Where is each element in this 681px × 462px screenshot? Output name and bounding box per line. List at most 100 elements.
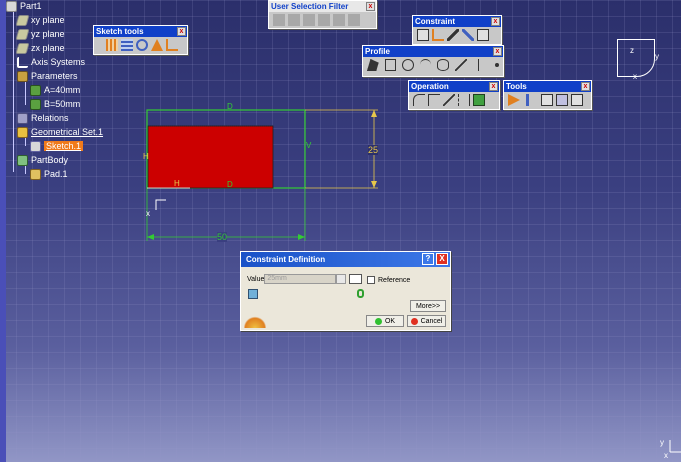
cancel-icon bbox=[410, 317, 418, 325]
toolbar-title-label: Profile bbox=[365, 47, 390, 56]
toolbar-title-label: Tools bbox=[506, 82, 527, 91]
toolbar-title-label: User Selection Filter bbox=[271, 2, 349, 11]
dim-arrow bbox=[298, 234, 305, 240]
constraint-label-v-right: V bbox=[306, 141, 312, 150]
contact-constraint-icon[interactable] bbox=[447, 29, 459, 41]
spline-icon[interactable] bbox=[419, 59, 432, 71]
close-icon[interactable]: x bbox=[491, 17, 500, 26]
value-row: Value 25mm bbox=[247, 274, 363, 284]
constraint-label-h-bottom: H bbox=[174, 179, 180, 188]
filter-curve-icon[interactable] bbox=[288, 14, 300, 26]
close-button[interactable]: X bbox=[436, 253, 448, 265]
mirror-icon[interactable] bbox=[458, 94, 470, 106]
toolbar-title: Tools x bbox=[504, 81, 591, 92]
construction-element-icon[interactable] bbox=[136, 39, 148, 51]
close-icon[interactable]: x bbox=[177, 27, 186, 36]
more-button-label: More>> bbox=[415, 302, 441, 310]
filter-point-icon[interactable] bbox=[273, 14, 285, 26]
value-label: Value bbox=[247, 275, 265, 283]
line-icon[interactable] bbox=[455, 59, 467, 71]
project-3d-icon[interactable] bbox=[473, 94, 485, 106]
corner-axis-y-label: y bbox=[660, 438, 664, 447]
compass-z-label: z bbox=[630, 46, 634, 55]
sketch-analysis-icon[interactable] bbox=[541, 94, 553, 106]
ok-button[interactable]: OK bbox=[366, 315, 404, 327]
compass-x-label: x bbox=[633, 72, 637, 81]
constraint-icon[interactable] bbox=[432, 29, 444, 41]
cancel-button[interactable]: Cancel bbox=[407, 315, 446, 327]
operation-toolbar[interactable]: Operation x bbox=[408, 80, 500, 110]
filter-volume-icon[interactable] bbox=[318, 14, 330, 26]
point-icon[interactable] bbox=[495, 63, 500, 67]
profile-icon[interactable] bbox=[367, 59, 379, 71]
chamfer-icon[interactable] bbox=[428, 94, 440, 106]
toolbar-title-label: Constraint bbox=[415, 17, 455, 26]
corner-icon[interactable] bbox=[413, 94, 425, 106]
grid-icon[interactable] bbox=[106, 39, 118, 51]
constraints-dialog-icon[interactable] bbox=[417, 29, 429, 41]
help-button[interactable]: ? bbox=[422, 253, 434, 265]
toolbar-title: Sketch tools x bbox=[94, 26, 187, 37]
constraint-toolbar[interactable]: Constraint x bbox=[412, 15, 502, 45]
toolbar-title: Operation x bbox=[409, 81, 499, 92]
close-icon[interactable]: x bbox=[366, 2, 375, 11]
compass-y-label: y bbox=[655, 52, 659, 61]
spinner-icon[interactable] bbox=[336, 274, 347, 284]
close-icon[interactable]: x bbox=[581, 82, 590, 91]
dialog-titlebar: Constraint Definition ? X bbox=[241, 252, 450, 267]
constraint-label-top: D bbox=[227, 102, 233, 111]
more-button[interactable]: More>> bbox=[410, 300, 446, 312]
reference-checkbox[interactable] bbox=[367, 276, 375, 284]
reference-label: Reference bbox=[378, 276, 411, 284]
constraint-definition-dialog[interactable]: Constraint Definition ? X Value 25mm Ref… bbox=[240, 251, 451, 331]
close-icon[interactable]: x bbox=[489, 82, 498, 91]
sketch-tools-toolbar[interactable]: Sketch tools x bbox=[93, 25, 188, 55]
tools-toolbar[interactable]: Tools x bbox=[503, 80, 592, 110]
formula-icon[interactable] bbox=[349, 274, 363, 284]
origin-label: x bbox=[146, 209, 150, 218]
trim-icon[interactable] bbox=[443, 94, 455, 106]
close-icon[interactable]: x bbox=[493, 47, 502, 56]
ok-icon bbox=[374, 317, 382, 325]
ellipse-icon[interactable] bbox=[437, 59, 450, 71]
value-field[interactable]: 25mm bbox=[264, 274, 337, 284]
user-selection-filter-toolbar[interactable]: User Selection Filter x bbox=[268, 0, 377, 29]
constraint-label-bottom: D bbox=[227, 180, 233, 189]
constraint-label-h-left: H bbox=[143, 152, 149, 161]
red-profile-rectangle[interactable] bbox=[147, 125, 274, 189]
auto-constraint-icon[interactable] bbox=[477, 29, 489, 41]
geometric-constraints-icon[interactable] bbox=[151, 39, 163, 51]
filter-feature-icon[interactable] bbox=[333, 14, 345, 26]
dialog-title: Constraint Definition bbox=[246, 255, 326, 264]
rectangle-icon[interactable] bbox=[384, 59, 397, 71]
profile-toolbar[interactable]: Profile x bbox=[362, 45, 504, 77]
cancel-button-label: Cancel bbox=[420, 317, 443, 325]
axis-icon[interactable] bbox=[477, 59, 490, 71]
dim-arrow bbox=[371, 110, 377, 117]
solving-status-icon[interactable] bbox=[556, 94, 568, 106]
output-feature-icon[interactable] bbox=[526, 94, 538, 106]
origin-axis-marker bbox=[155, 199, 166, 210]
snap-to-point-icon[interactable] bbox=[121, 39, 133, 51]
dimensional-constraints-icon[interactable] bbox=[166, 39, 178, 51]
toolbar-title: User Selection Filter x bbox=[269, 1, 376, 12]
corner-axis-x-label: x bbox=[664, 451, 668, 460]
height-dim-value[interactable]: 25 bbox=[368, 145, 379, 155]
circle-icon[interactable] bbox=[402, 59, 414, 71]
toolbar-title-label: Sketch tools bbox=[96, 27, 144, 36]
profile-feature-icon[interactable] bbox=[571, 94, 583, 106]
lock-icon bbox=[357, 289, 364, 298]
dialog-logo bbox=[244, 316, 266, 328]
fix-together-icon[interactable] bbox=[462, 29, 474, 41]
dim-arrow bbox=[147, 234, 154, 240]
ok-button-label: OK bbox=[384, 317, 396, 325]
dim-arrow bbox=[371, 181, 377, 188]
toolbar-title-label: Operation bbox=[411, 82, 449, 91]
width-dim-value[interactable]: 50 bbox=[217, 232, 228, 242]
filter-geometry-icon[interactable] bbox=[348, 14, 360, 26]
filter-surface-icon[interactable] bbox=[303, 14, 315, 26]
cut-part-icon[interactable] bbox=[508, 94, 520, 106]
toolbar-title: Constraint x bbox=[413, 16, 501, 27]
reference-row: Reference bbox=[367, 276, 410, 284]
constraint-type-icon bbox=[248, 289, 258, 299]
